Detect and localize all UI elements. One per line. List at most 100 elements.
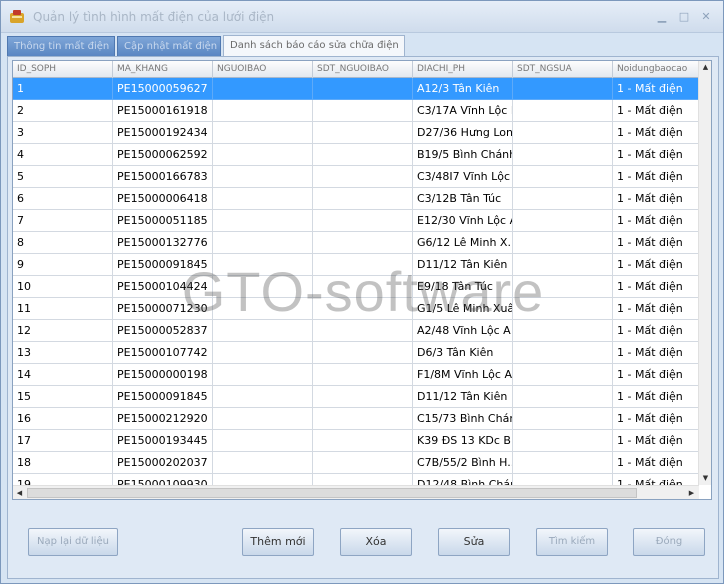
table-cell[interactable]: PE15000051185 [113,210,213,232]
table-cell[interactable]: 17 [13,430,113,452]
table-cell[interactable]: PE15000091845 [113,254,213,276]
close-icon[interactable]: ✕ [699,10,713,24]
table-cell[interactable] [213,474,313,485]
table-cell[interactable] [213,452,313,474]
scroll-right-icon[interactable]: ▶ [685,486,698,499]
table-cell[interactable] [513,342,613,364]
table-cell[interactable]: 1 [13,78,113,100]
table-cell[interactable]: PE15000062592 [113,144,213,166]
column-header[interactable]: ID_SOPH [13,61,113,78]
table-row[interactable]: 17 PE15000193445 K39 ĐS 13 KDc B... 1 - Mất… [13,430,699,452]
table-cell[interactable] [513,166,613,188]
table-cell[interactable]: C3/48I7 Vĩnh Lộc B [413,166,513,188]
table-cell[interactable]: 5 [13,166,113,188]
table-cell[interactable]: C15/73 Bình Chánh [413,408,513,430]
table-cell[interactable] [313,166,413,188]
table-cell[interactable]: 9 [13,254,113,276]
table-cell[interactable]: 1 - Mất điện [613,144,699,166]
table-cell[interactable]: 1 - Mất điện [613,430,699,452]
table-cell[interactable]: D11/12 Tân Kiên [413,254,513,276]
table-cell[interactable]: PE15000071230 [113,298,213,320]
table-cell[interactable] [513,364,613,386]
table-row[interactable]: 8 PE15000132776 G6/12 Lê Minh X... 1 - Mất … [13,232,699,254]
table-cell[interactable]: PE15000193445 [113,430,213,452]
table-cell[interactable] [513,144,613,166]
table-cell[interactable]: PE15000192434 [113,122,213,144]
table-cell[interactable]: A12/3 Tân Kiên [413,78,513,100]
table-cell[interactable]: 6 [13,188,113,210]
table-cell[interactable] [213,122,313,144]
table-cell[interactable]: 1 - Mất điện [613,474,699,485]
table-cell[interactable] [213,188,313,210]
table-cell[interactable]: PE15000202037 [113,452,213,474]
table-cell[interactable] [213,78,313,100]
table-cell[interactable]: D12/48 Bình Chánh [413,474,513,485]
table-cell[interactable]: 1 - Mất điện [613,342,699,364]
table-cell[interactable]: 13 [13,342,113,364]
table-cell[interactable] [313,364,413,386]
table-cell[interactable]: PE15000091845 [113,386,213,408]
table-cell[interactable]: C3/12B Tân Túc [413,188,513,210]
table-cell[interactable]: 15 [13,386,113,408]
table-cell[interactable] [513,100,613,122]
table-cell[interactable] [213,210,313,232]
table-cell[interactable]: PE15000212920 [113,408,213,430]
table-cell[interactable]: PE15000006418 [113,188,213,210]
table-cell[interactable] [213,100,313,122]
table-cell[interactable] [213,430,313,452]
table-cell[interactable]: C7B/55/2 Bình H... [413,452,513,474]
table-row[interactable]: 18 PE15000202037 C7B/55/2 Bình H... 1 - Mất… [13,452,699,474]
table-cell[interactable] [513,232,613,254]
table-cell[interactable]: PE15000104424 [113,276,213,298]
table-cell[interactable] [513,386,613,408]
table-cell[interactable]: 10 [13,276,113,298]
delete-button[interactable]: Xóa [340,528,412,556]
table-cell[interactable]: G1/5 Lê Minh Xuân [413,298,513,320]
table-cell[interactable]: 1 - Mất điện [613,254,699,276]
report-grid[interactable]: ID_SOPH MA_KHANG NGUOIBAO SDT_NGUOIBAO DIACH… [12,60,712,500]
table-row[interactable]: 9 PE15000091845 D11/12 Tân Kiên 1 - Mất điệ… [13,254,699,276]
table-cell[interactable] [313,452,413,474]
table-cell[interactable]: 8 [13,232,113,254]
add-button[interactable]: Thêm mới [242,528,314,556]
table-cell[interactable] [313,254,413,276]
horizontal-scrollbar[interactable]: ◀ ▶ [13,485,699,499]
table-cell[interactable]: E12/30 Vĩnh Lộc A [413,210,513,232]
scroll-left-icon[interactable]: ◀ [13,486,26,499]
column-header[interactable]: DIACHI_PH [413,61,513,78]
tab-outage-info[interactable]: Thông tin mất điện [7,36,115,56]
table-cell[interactable]: F1/8M Vĩnh Lộc A [413,364,513,386]
column-header[interactable]: SDT_NGSUA [513,61,613,78]
table-cell[interactable]: D11/12 Tân Kiên [413,386,513,408]
table-cell[interactable]: 1 - Mất điện [613,364,699,386]
table-cell[interactable] [313,320,413,342]
table-cell[interactable] [213,298,313,320]
table-cell[interactable] [313,298,413,320]
table-cell[interactable]: B19/5 Bình Chánh [413,144,513,166]
horizontal-scroll-thumb[interactable] [27,488,637,498]
table-cell[interactable] [513,320,613,342]
table-cell[interactable]: 1 - Mất điện [613,320,699,342]
table-cell[interactable]: PE15000132776 [113,232,213,254]
table-row[interactable]: 13 PE15000107742 D6/3 Tân Kiên 1 - Mất điện [13,342,699,364]
table-cell[interactable] [313,342,413,364]
table-cell[interactable]: 1 - Mất điện [613,276,699,298]
table-cell[interactable]: PE15000109930 [113,474,213,485]
table-cell[interactable]: C3/17A Vĩnh Lộc B [413,100,513,122]
table-row[interactable]: 19PE15000109930 D12/48 Bình Chánh 1 - Mất … [13,474,699,485]
table-row[interactable]: 11 PE15000071230 G1/5 Lê Minh Xuân 1 - Mất … [13,298,699,320]
table-cell[interactable]: 1 - Mất điện [613,452,699,474]
table-row[interactable]: 1 PE15000059627 A12/3 Tân Kiên 1 - Mất điện [13,78,699,100]
table-cell[interactable]: 1 - Mất điện [613,122,699,144]
column-header[interactable]: SDT_NGUOIBAO [313,61,413,78]
table-cell[interactable] [513,298,613,320]
table-cell[interactable] [313,430,413,452]
table-row[interactable]: 2 PE15000161918 C3/17A Vĩnh Lộc B 1 - Mất đ… [13,100,699,122]
table-cell[interactable]: G6/12 Lê Minh X... [413,232,513,254]
column-header[interactable]: MA_KHANG [113,61,213,78]
edit-button[interactable]: Sửa [438,528,510,556]
table-cell[interactable] [313,122,413,144]
table-cell[interactable] [313,78,413,100]
table-cell[interactable] [313,210,413,232]
table-cell[interactable] [213,320,313,342]
